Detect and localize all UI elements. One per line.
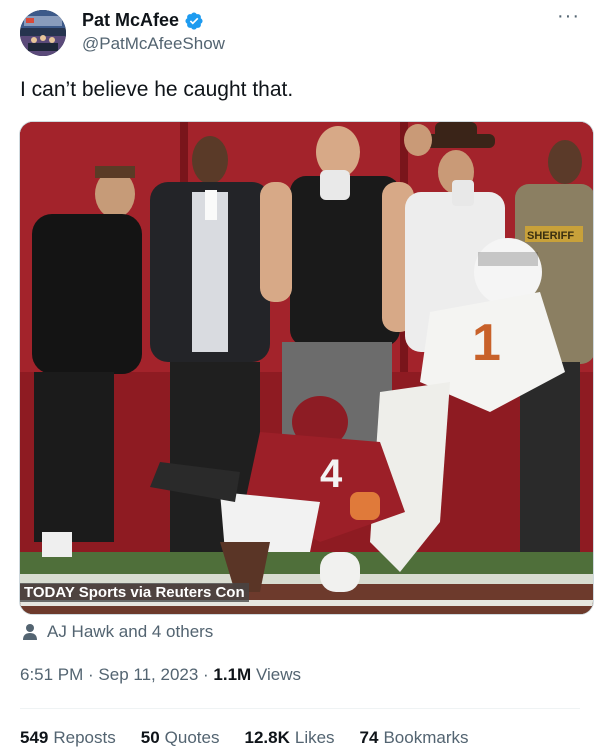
avatar-image [20, 10, 66, 56]
divider [20, 708, 580, 709]
receiver-jersey-number: 1 [472, 314, 501, 372]
likes-label: Likes [294, 728, 335, 747]
avatar[interactable] [20, 10, 66, 56]
author-handle[interactable]: @PatMcAfeeShow [82, 34, 225, 54]
likes-stat[interactable]: 12.8K Likes [244, 728, 334, 748]
defender-jersey-number: 4 [320, 452, 343, 496]
photo-credit: TODAY Sports via Reuters Con [20, 583, 249, 602]
tagged-users-label[interactable]: AJ Hawk and 4 others [47, 622, 213, 642]
tweet-header: Pat McAfee @PatMcAfeeShow ··· [20, 6, 580, 58]
tweet-meta: 6:51 PM · Sep 11, 2023 · 1.1M Views [20, 665, 301, 685]
quotes-stat[interactable]: 50 Quotes [141, 728, 220, 748]
meta-separator: · [83, 665, 99, 684]
more-icon[interactable]: ··· [557, 6, 580, 26]
tweet-date[interactable]: Sep 11, 2023 [98, 665, 198, 684]
person-icon [22, 623, 38, 641]
tagged-users[interactable]: AJ Hawk and 4 others [22, 622, 213, 642]
reposts-stat[interactable]: 549 Reposts [20, 728, 116, 748]
bookmarks-count: 74 [359, 728, 379, 747]
meta-separator-2: · [198, 665, 214, 684]
views-label: Views [251, 665, 301, 684]
tweet-media[interactable]: SHERIFF 1 4 TODAY Sports via Reuters Con [19, 121, 594, 615]
reposts-count: 549 [20, 728, 49, 747]
engagement-stats: 549 Reposts 50 Quotes 12.8K Likes 74 Bookmar… [20, 728, 469, 748]
verified-badge-icon [184, 11, 204, 31]
tweet-time[interactable]: 6:51 PM [20, 665, 83, 684]
quotes-count: 50 [140, 728, 160, 747]
bookmarks-label: Bookmarks [383, 728, 469, 747]
quotes-label: Quotes [164, 728, 220, 747]
author-name[interactable]: Pat McAfee [82, 10, 179, 31]
reposts-label: Reposts [53, 728, 116, 747]
bookmarks-stat[interactable]: 74 Bookmarks [360, 728, 469, 748]
author-name-row[interactable]: Pat McAfee [82, 10, 204, 31]
tweet-text: I can’t believe he caught that. [20, 78, 294, 101]
sheriff-badge-text: SHERIFF [527, 230, 574, 242]
likes-count: 12.8K [244, 728, 290, 747]
views-count: 1.1M [213, 665, 252, 684]
media-photo: SHERIFF 1 4 [20, 122, 593, 614]
